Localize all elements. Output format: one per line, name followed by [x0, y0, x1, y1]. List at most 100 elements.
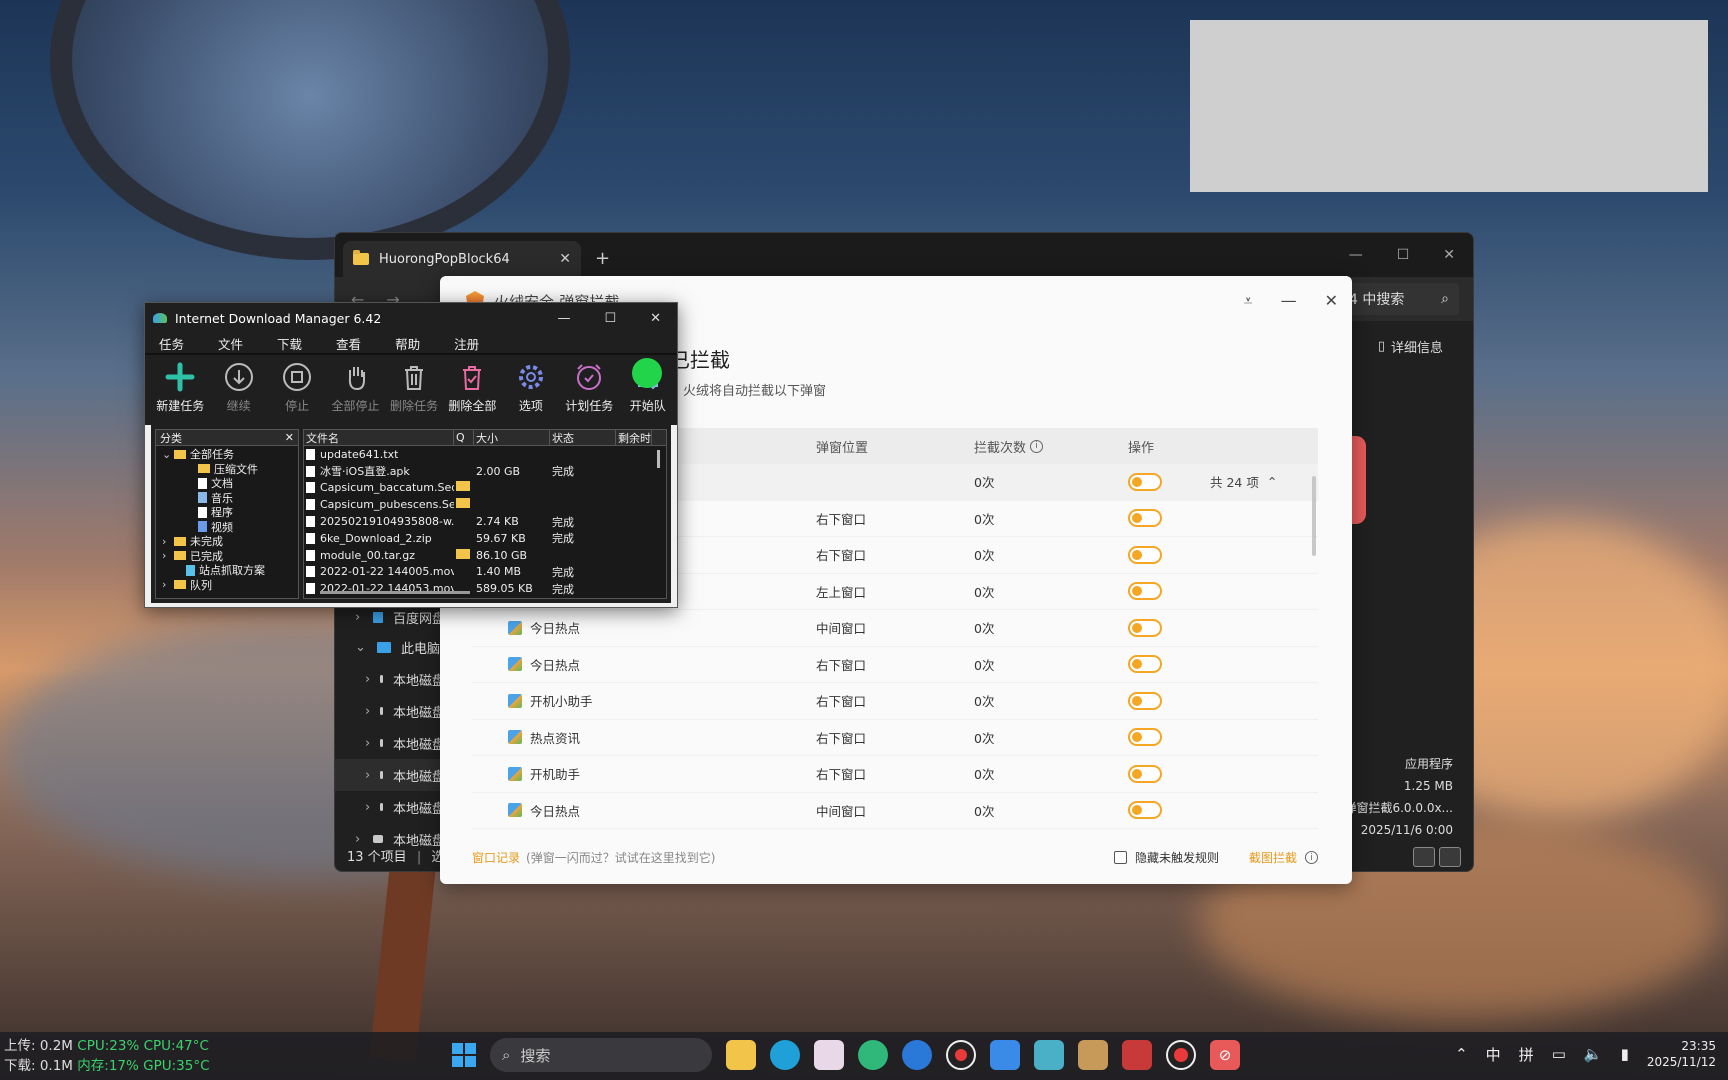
- blue-app-icon[interactable]: [902, 1040, 932, 1070]
- menu-item-file[interactable]: 文件: [218, 334, 243, 353]
- details-view-icon[interactable]: [1413, 847, 1435, 867]
- close-icon[interactable]: ✕: [1443, 247, 1455, 263]
- chevron-up-icon[interactable]: ⌃: [1455, 1045, 1468, 1063]
- list-item[interactable]: 2022-01-22 144005.mov 1.40 MB 完成: [304, 564, 666, 581]
- toggle-switch[interactable]: [1128, 618, 1162, 637]
- details-button[interactable]: ▯ 详细信息: [1378, 337, 1443, 356]
- resume-button[interactable]: 继续: [209, 355, 267, 425]
- sidebar-item-drive[interactable]: › 本地磁盘: [335, 727, 445, 759]
- chevron-right-icon[interactable]: ›: [355, 832, 363, 847]
- table-row[interactable]: 今日热点 右下窗口 0次: [472, 647, 1318, 683]
- minimize-icon[interactable]: —: [1281, 291, 1297, 311]
- sidebar-item-drive[interactable]: › 本地磁盘: [335, 663, 445, 695]
- network-icon[interactable]: ▭: [1552, 1045, 1566, 1063]
- tab-close-icon[interactable]: ✕: [559, 251, 571, 267]
- screenshot-block-link[interactable]: 截图拦截: [1249, 849, 1297, 866]
- table-row[interactable]: 今日热点 中间窗口 0次: [472, 610, 1318, 647]
- tree-item[interactable]: › 已完成: [156, 549, 298, 564]
- col-remaining[interactable]: 剩余时: [616, 430, 652, 445]
- info-icon[interactable]: i: [1030, 439, 1044, 453]
- anime-app-icon[interactable]: [814, 1040, 844, 1070]
- scrollbar[interactable]: [1312, 476, 1316, 556]
- maximize-icon[interactable]: ☐: [1397, 247, 1410, 263]
- toggle-switch[interactable]: [1128, 728, 1162, 747]
- list-item[interactable]: Capsicum_baccatum.Seq...: [304, 480, 666, 497]
- col-status[interactable]: 状态: [550, 430, 616, 445]
- minimize-icon[interactable]: —: [557, 311, 570, 326]
- minimize-icon[interactable]: —: [1349, 247, 1363, 263]
- voicemeeter-icon[interactable]: [1122, 1040, 1152, 1070]
- expand-icon[interactable]: ›: [162, 535, 170, 548]
- hide-untriggered-checkbox[interactable]: [1113, 851, 1127, 864]
- volume-icon[interactable]: 🔈: [1584, 1045, 1603, 1063]
- menu-dropdown-icon[interactable]: ⩡: [1244, 291, 1253, 311]
- tree-item[interactable]: 视频: [156, 520, 298, 535]
- delete-task-button[interactable]: 删除任务: [385, 355, 443, 425]
- menu-item-tasks[interactable]: 任务: [159, 334, 184, 353]
- col-filename[interactable]: 文件名: [304, 430, 454, 445]
- new-task-button[interactable]: 新建任务: [151, 355, 209, 425]
- tree-item[interactable]: › 队列: [156, 578, 298, 593]
- menu-item-help[interactable]: 帮助: [395, 334, 420, 353]
- vertical-scrollbar[interactable]: [657, 450, 660, 468]
- toggle-switch[interactable]: [1128, 801, 1162, 820]
- list-item[interactable]: update641.txt: [304, 446, 666, 463]
- list-item[interactable]: module_00.tar.gz 86.10 GB: [304, 547, 666, 564]
- new-tab-button[interactable]: +: [595, 248, 610, 269]
- expand-icon[interactable]: ›: [162, 549, 170, 562]
- sidebar-item-this-pc[interactable]: ⌄ 此电脑: [335, 631, 445, 663]
- sidebar-item-drive[interactable]: › 本地磁盘: [335, 791, 445, 823]
- green-app-icon[interactable]: [858, 1040, 888, 1070]
- info-icon[interactable]: i: [1305, 851, 1318, 864]
- tree-item[interactable]: 程序: [156, 505, 298, 520]
- popblock-icon[interactable]: ⊘: [1210, 1040, 1240, 1070]
- tree-item[interactable]: 音乐: [156, 491, 298, 506]
- toggle-switch[interactable]: [1128, 764, 1162, 783]
- tree-close-icon[interactable]: ✕: [285, 431, 294, 444]
- table-row[interactable]: 开机助手 右下窗口 0次: [472, 756, 1318, 793]
- chevron-right-icon[interactable]: ›: [355, 610, 363, 625]
- toggle-switch[interactable]: [1128, 509, 1162, 528]
- ime-mode[interactable]: 中: [1486, 1044, 1501, 1065]
- delete-all-button[interactable]: 删除全部: [443, 355, 501, 425]
- list-item[interactable]: 6ke_Download_2.zip 59.67 KB 完成: [304, 530, 666, 547]
- horizontal-scrollbar[interactable]: [320, 591, 470, 594]
- tree-item[interactable]: 站点抓取方案: [156, 563, 298, 578]
- chevron-down-icon[interactable]: ⌄: [355, 640, 367, 655]
- chevron-right-icon[interactable]: ›: [365, 768, 370, 783]
- table-row[interactable]: 开机小助手 右下窗口 0次: [472, 683, 1318, 720]
- chevron-right-icon[interactable]: ›: [365, 800, 370, 815]
- sidebar-item-drive[interactable]: › 本地磁盘: [335, 695, 445, 727]
- sidebar-item-drive[interactable]: › 本地磁盘: [335, 759, 445, 791]
- chevron-right-icon[interactable]: ›: [365, 704, 370, 719]
- menu-item-download[interactable]: 下载: [277, 334, 302, 353]
- edge-icon[interactable]: [770, 1040, 800, 1070]
- options-button[interactable]: 选项: [502, 355, 560, 425]
- file-explorer-icon[interactable]: [726, 1040, 756, 1070]
- battery-icon[interactable]: ▮: [1621, 1045, 1629, 1063]
- stop-all-button[interactable]: 全部停止: [326, 355, 384, 425]
- col-q[interactable]: Q: [454, 430, 474, 445]
- expand-icon[interactable]: ›: [162, 578, 170, 591]
- toggle-switch[interactable]: [1128, 472, 1162, 491]
- close-icon[interactable]: ✕: [650, 311, 661, 326]
- record-icon[interactable]: [946, 1040, 976, 1070]
- feishu-icon[interactable]: [990, 1040, 1020, 1070]
- list-item[interactable]: Capsicum_pubescens.Se...: [304, 496, 666, 513]
- package-icon[interactable]: [1078, 1040, 1108, 1070]
- record2-icon[interactable]: [1166, 1040, 1196, 1070]
- col-size[interactable]: 大小: [474, 430, 550, 445]
- toggle-switch[interactable]: [1128, 691, 1162, 710]
- start-button[interactable]: [452, 1043, 476, 1067]
- maximize-icon[interactable]: ☐: [604, 311, 616, 326]
- tree-item[interactable]: › 未完成: [156, 534, 298, 549]
- table-row[interactable]: 热点资讯 右下窗口 0次: [472, 720, 1318, 756]
- menu-item-register[interactable]: 注册: [454, 334, 479, 353]
- tree-item[interactable]: ⌄ 全部任务: [156, 447, 298, 462]
- chevron-right-icon[interactable]: ›: [365, 736, 370, 751]
- expand-icon[interactable]: ⌄: [162, 448, 171, 461]
- window-log-link[interactable]: 窗口记录: [472, 849, 520, 866]
- list-item[interactable]: 2022-01-22 144053.mov 589.05 KB 完成: [304, 580, 666, 597]
- clock[interactable]: 23:35 2025/11/12: [1647, 1038, 1716, 1070]
- tiles-view-icon[interactable]: [1439, 847, 1461, 867]
